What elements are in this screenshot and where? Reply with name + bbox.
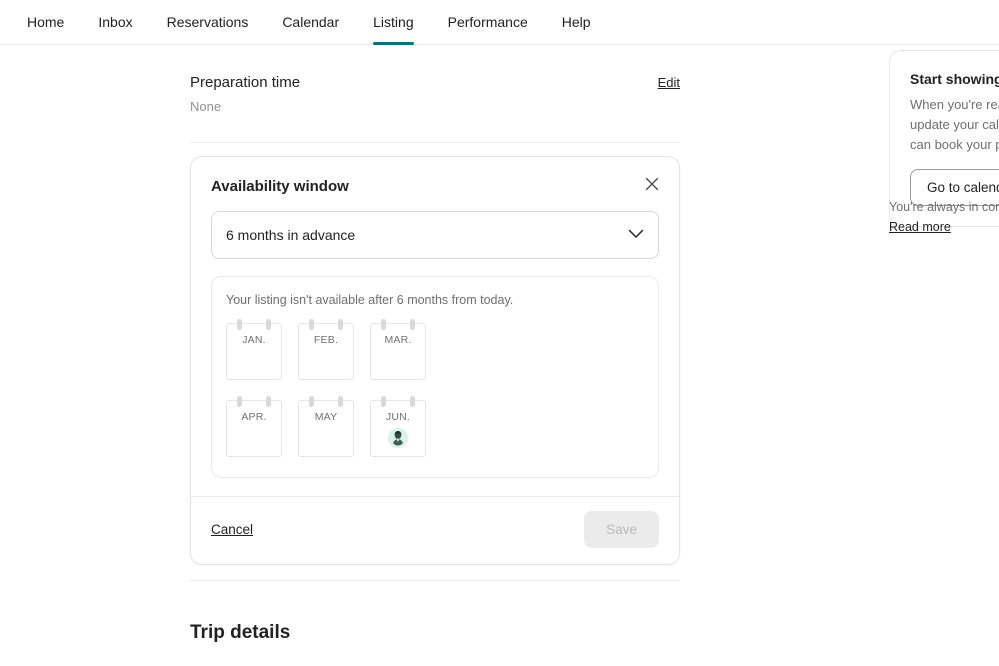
month-label: FEB.: [314, 334, 338, 346]
preparation-time-edit-button[interactable]: Edit: [658, 75, 680, 90]
read-more-link[interactable]: Read more: [889, 217, 999, 237]
month-label: JAN.: [242, 334, 266, 346]
availability-info-text: Your listing isn't available after 6 mon…: [226, 291, 644, 309]
calendar-ring-icon: [266, 319, 271, 330]
save-button[interactable]: Save: [584, 511, 659, 548]
app-root: Home Inbox Reservations Calendar Listing…: [0, 0, 999, 666]
month-card-feb: FEB.: [298, 323, 354, 380]
divider: [190, 580, 680, 581]
main-navigation: Home Inbox Reservations Calendar Listing…: [0, 0, 999, 45]
control-note: You're always in control. Read more: [889, 197, 999, 237]
calendar-ring-icon: [338, 396, 343, 407]
month-label: MAR.: [384, 334, 411, 346]
right-sidebar: Start showing up in search When you're r…: [872, 45, 999, 666]
nav-item-reservations[interactable]: Reservations: [150, 0, 266, 45]
editor-body: 6 months in advance Your listing isn't a…: [191, 211, 679, 478]
cancel-button[interactable]: Cancel: [211, 518, 253, 541]
calendar-ring-icon: [381, 396, 386, 407]
preparation-time-row: Preparation time None Edit: [190, 45, 680, 142]
month-card-jun: JUN.: [370, 400, 426, 457]
search-visibility-title: Start showing up in search: [910, 69, 999, 89]
calendar-ring-icon: [338, 319, 343, 330]
nav-item-performance[interactable]: Performance: [431, 0, 545, 45]
availability-info-box: Your listing isn't available after 6 mon…: [211, 276, 659, 478]
nav-list: Home Inbox Reservations Calendar Listing…: [0, 0, 999, 45]
close-icon[interactable]: [639, 171, 665, 197]
editor-header: Availability window: [191, 157, 679, 197]
preparation-time-label: Preparation time: [190, 73, 680, 93]
availability-window-select[interactable]: 6 months in advance: [211, 211, 659, 259]
calendar-ring-icon: [410, 396, 415, 407]
avatar: [388, 428, 408, 448]
calendar-ring-icon: [266, 396, 271, 407]
main-content: Preparation time None Edit Availability …: [0, 45, 870, 666]
chevron-down-icon: [628, 226, 644, 244]
month-label: APR.: [241, 411, 266, 423]
availability-window-select-value: 6 months in advance: [212, 227, 355, 243]
calendar-ring-icon: [237, 319, 242, 330]
control-note-text: You're always in control.: [889, 200, 999, 214]
calendar-ring-icon: [309, 319, 314, 330]
editor-footer: Cancel Save: [191, 496, 679, 564]
nav-item-home[interactable]: Home: [10, 0, 81, 45]
trip-details-title: Trip details: [190, 621, 680, 645]
calendar-ring-icon: [309, 396, 314, 407]
month-calendar-grid: JAN. FEB. MAR.: [226, 323, 644, 457]
editor-title: Availability window: [211, 177, 659, 197]
search-visibility-body: When you're ready for guests, update you…: [910, 95, 999, 155]
month-card-apr: APR.: [226, 400, 282, 457]
nav-item-inbox[interactable]: Inbox: [81, 0, 149, 45]
month-card-may: MAY: [298, 400, 354, 457]
month-card-jan: JAN.: [226, 323, 282, 380]
nav-item-help[interactable]: Help: [545, 0, 608, 45]
month-label: MAY: [315, 411, 338, 423]
calendar-ring-icon: [381, 319, 386, 330]
calendar-ring-icon: [237, 396, 242, 407]
month-label: JUN.: [386, 411, 410, 423]
preparation-time-value: None: [190, 98, 680, 116]
availability-window-editor: Availability window 6 months in advance: [190, 156, 680, 565]
calendar-ring-icon: [410, 319, 415, 330]
nav-item-listing[interactable]: Listing: [356, 0, 430, 45]
nav-item-calendar[interactable]: Calendar: [265, 0, 356, 45]
minimum-stay-row: Minimum stay 3 nights Edit: [190, 645, 680, 666]
divider: [190, 142, 680, 143]
month-card-mar: MAR.: [370, 323, 426, 380]
